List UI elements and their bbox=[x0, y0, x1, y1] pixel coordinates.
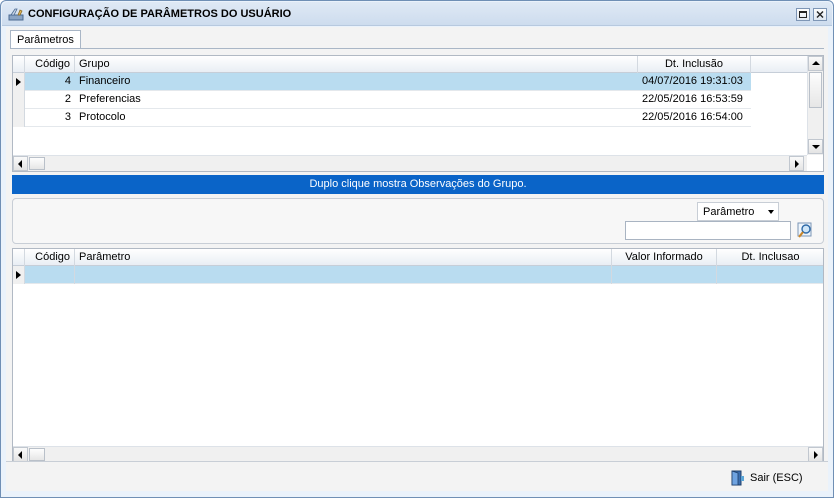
door-exit-icon bbox=[731, 470, 744, 486]
filter-panel: Parâmetro bbox=[12, 198, 824, 244]
horizontal-scroll-thumb[interactable] bbox=[29, 157, 45, 170]
cell-dt-inclusao: 04/07/2016 19:31:03 bbox=[642, 75, 743, 87]
scroll-down-button[interactable] bbox=[808, 139, 823, 154]
table-row[interactable] bbox=[13, 266, 823, 284]
search-input[interactable] bbox=[625, 221, 791, 240]
arrow-down-icon bbox=[812, 145, 820, 149]
header-parametro[interactable]: Parâmetro bbox=[75, 249, 612, 266]
cell-codigo: 3 bbox=[64, 111, 71, 123]
header-indicator bbox=[13, 249, 25, 266]
groups-vertical-scrollbar[interactable] bbox=[807, 56, 823, 155]
row-indicator bbox=[13, 91, 25, 109]
window: CONFIGURAÇÃO DE PARÂMETROS DO USUÁRIO Pa… bbox=[0, 0, 834, 498]
magnifier-icon[interactable] bbox=[797, 222, 815, 240]
vertical-scroll-thumb[interactable] bbox=[809, 72, 822, 108]
scroll-left-button[interactable] bbox=[13, 447, 28, 462]
header-valor-informado[interactable]: Valor Informado bbox=[612, 249, 717, 266]
header-dt-inclusao[interactable]: Dt. Inclusao bbox=[717, 249, 823, 266]
title-bar[interactable]: CONFIGURAÇÃO DE PARÂMETROS DO USUÁRIO bbox=[2, 2, 832, 26]
table-row[interactable]: 2 Preferencias 22/05/2016 16:53:59 bbox=[13, 91, 751, 109]
groups-grid-header: Código Grupo Dt. Inclusão bbox=[13, 56, 807, 73]
scroll-left-button[interactable] bbox=[13, 156, 28, 171]
close-icon bbox=[816, 11, 824, 18]
close-button[interactable] bbox=[813, 8, 827, 21]
header-codigo[interactable]: Código bbox=[25, 56, 75, 73]
cell-grupo: Financeiro bbox=[79, 75, 131, 87]
tab-parametros[interactable]: Parâmetros bbox=[10, 30, 81, 49]
params-horizontal-scrollbar[interactable] bbox=[13, 446, 823, 462]
table-row[interactable]: 4 Financeiro 04/07/2016 19:31:03 bbox=[13, 73, 751, 91]
window-title: CONFIGURAÇÃO DE PARÂMETROS DO USUÁRIO bbox=[28, 8, 292, 20]
horizontal-scroll-thumb[interactable] bbox=[29, 448, 45, 461]
maximize-button[interactable] bbox=[796, 8, 810, 21]
cell-parametro bbox=[75, 266, 612, 284]
cell-grupo: Preferencias bbox=[79, 93, 141, 105]
chevron-down-icon bbox=[768, 210, 774, 214]
cell-dt-inclusao: 22/05/2016 16:54:00 bbox=[642, 111, 743, 123]
current-row-arrow-icon bbox=[16, 78, 21, 86]
groups-grid: Código Grupo Dt. Inclusão 4 Financeiro 0… bbox=[12, 55, 824, 172]
table-row[interactable]: 3 Protocolo 22/05/2016 16:54:00 bbox=[13, 109, 751, 127]
scroll-up-button[interactable] bbox=[808, 56, 823, 71]
content-area: Parâmetros Código Grupo Dt. Inclusão 4 F… bbox=[6, 27, 828, 491]
header-indicator bbox=[13, 56, 25, 73]
scroll-right-button[interactable] bbox=[808, 447, 823, 462]
params-grid: Código Parâmetro Valor Informado Dt. Inc… bbox=[12, 248, 824, 463]
exit-button[interactable]: Sair (ESC) bbox=[731, 469, 803, 487]
maximize-icon bbox=[799, 11, 807, 18]
arrow-left-icon bbox=[18, 160, 22, 168]
cell-codigo: 2 bbox=[64, 93, 71, 105]
row-indicator bbox=[13, 109, 25, 127]
current-row-arrow-icon bbox=[16, 271, 21, 279]
exit-button-label: Sair (ESC) bbox=[750, 472, 803, 484]
arrow-left-icon bbox=[18, 451, 22, 459]
arrow-up-icon bbox=[812, 61, 820, 65]
info-banner: Duplo clique mostra Observações do Grupo… bbox=[12, 175, 824, 194]
cell-valor-informado bbox=[612, 266, 717, 284]
cell-codigo bbox=[25, 266, 75, 284]
row-indicator bbox=[13, 266, 25, 284]
header-dt-inclusao[interactable]: Dt. Inclusão bbox=[638, 56, 751, 73]
arrow-right-icon bbox=[814, 451, 818, 459]
header-grupo[interactable]: Grupo bbox=[75, 56, 638, 73]
arrow-right-icon bbox=[795, 160, 799, 168]
tab-divider bbox=[10, 48, 824, 49]
filter-field-value: Parâmetro bbox=[703, 206, 755, 218]
params-grid-header: Código Parâmetro Valor Informado Dt. Inc… bbox=[13, 249, 823, 266]
cell-dt-inclusao: 22/05/2016 16:53:59 bbox=[642, 93, 743, 105]
tools-icon bbox=[8, 8, 24, 21]
cell-grupo: Protocolo bbox=[79, 111, 126, 123]
row-indicator bbox=[13, 73, 25, 91]
scroll-right-button[interactable] bbox=[789, 156, 804, 171]
header-codigo[interactable]: Código bbox=[25, 249, 75, 266]
cell-dt-inclusao bbox=[717, 266, 823, 284]
filter-field-select[interactable]: Parâmetro bbox=[697, 202, 779, 221]
cell-codigo: 4 bbox=[64, 75, 71, 87]
groups-horizontal-scrollbar[interactable] bbox=[13, 155, 807, 171]
footer-bar: Sair (ESC) bbox=[6, 461, 828, 491]
